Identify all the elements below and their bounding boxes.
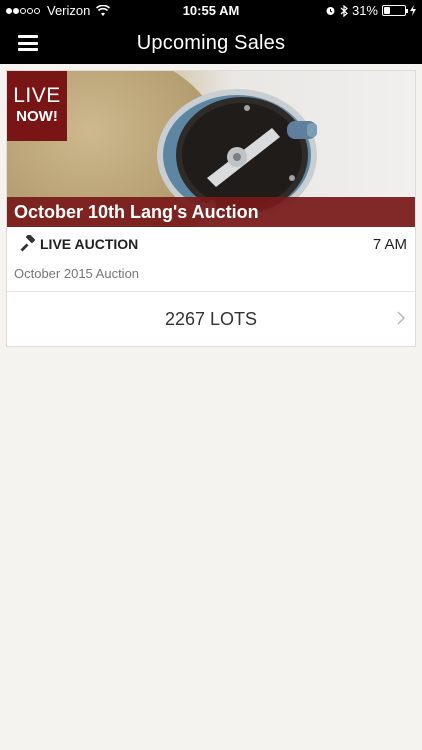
lots-button[interactable]: 2267 LOTS bbox=[7, 291, 415, 346]
sale-hero-image[interactable]: LIVE NOW! October 10th Lang's Auction bbox=[7, 71, 415, 227]
chevron-right-icon bbox=[397, 311, 405, 325]
sale-card[interactable]: LIVE NOW! October 10th Lang's Auction LI… bbox=[6, 70, 416, 347]
page-title: Upcoming Sales bbox=[136, 32, 286, 54]
bluetooth-icon bbox=[340, 4, 348, 17]
battery-icon bbox=[382, 5, 408, 16]
nav-bar: Upcoming Sales bbox=[0, 22, 422, 64]
auction-info-row[interactable]: LIVE AUCTION 7 AM October 2015 Auction bbox=[7, 227, 415, 291]
live-now-badge: LIVE NOW! bbox=[7, 71, 67, 141]
sale-title[interactable]: October 10th Lang's Auction bbox=[7, 197, 415, 227]
auction-time: 7 AM bbox=[372, 236, 407, 253]
auction-type-label: LIVE AUCTION bbox=[40, 236, 139, 252]
status-bar: Verizon 10:55 AM 31% bbox=[0, 0, 422, 22]
gavel-icon bbox=[20, 235, 36, 252]
status-right: 31% bbox=[325, 3, 416, 18]
live-badge-line2: NOW! bbox=[16, 108, 58, 125]
alarm-icon bbox=[326, 7, 335, 15]
live-badge-line1: LIVE bbox=[13, 84, 61, 107]
charging-bolt-icon bbox=[410, 5, 416, 16]
auction-description: October 2015 Auction bbox=[14, 266, 140, 281]
battery-percent: 31% bbox=[351, 3, 378, 18]
lots-count-label: 2267 LOTS bbox=[164, 309, 258, 329]
